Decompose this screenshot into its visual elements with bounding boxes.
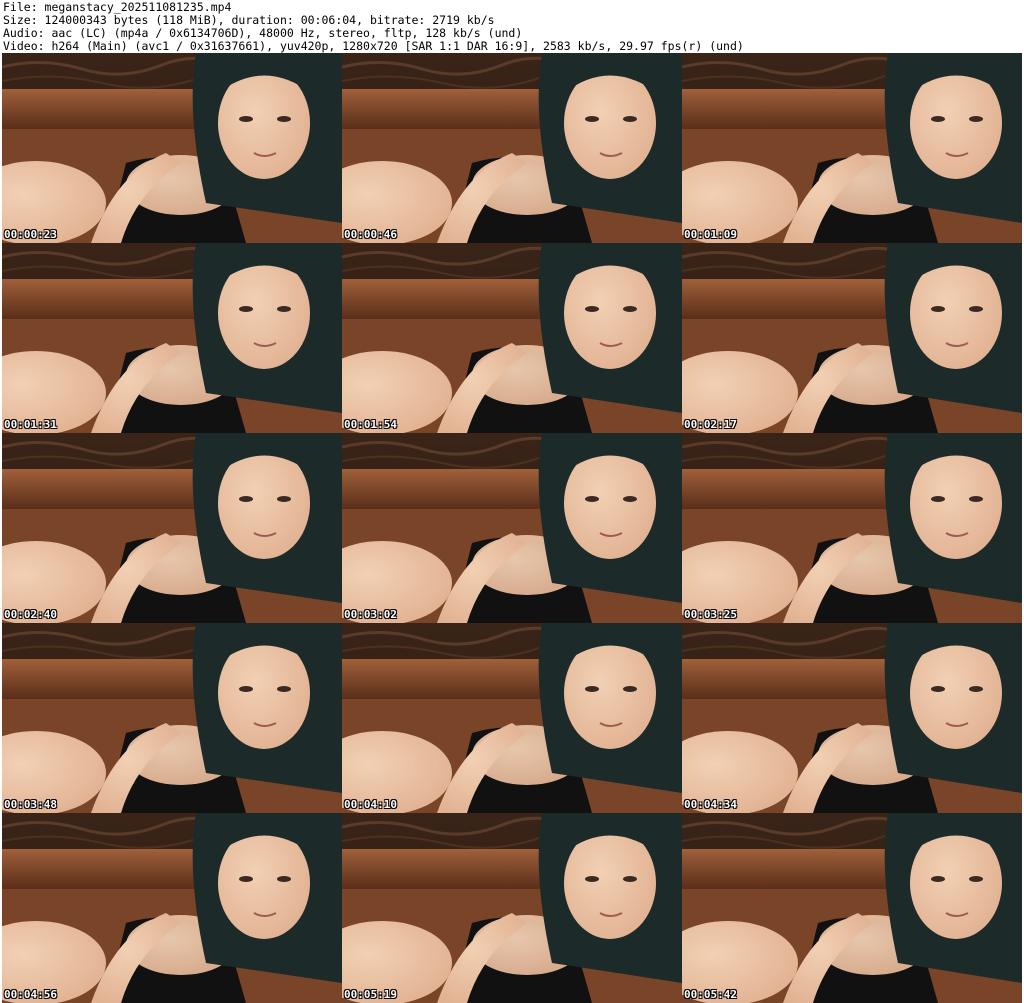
thumbnail-frame-image: [2, 433, 342, 623]
thumbnail-frame-image: [342, 243, 682, 433]
video-thumbnail: 00:05:19: [342, 813, 682, 1003]
video-thumbnail: 00:00:23: [2, 53, 342, 243]
video-thumbnail: 00:04:34: [682, 623, 1022, 813]
video-thumbnail: 00:05:42: [682, 813, 1022, 1003]
thumbnail-frame-image: [682, 433, 1022, 623]
thumbnail-frame-image: [682, 623, 1022, 813]
thumbnail-timestamp: 00:01:54: [344, 418, 397, 431]
thumbnail-timestamp: 00:04:56: [4, 988, 57, 1001]
thumbnail-timestamp: 00:05:42: [684, 988, 737, 1001]
file-size-line: Size: 124000343 bytes (118 MiB), duratio…: [3, 14, 495, 27]
thumbnail-frame-image: [2, 813, 342, 1003]
thumbnail-frame-image: [2, 243, 342, 433]
thumbnail-timestamp: 00:03:48: [4, 798, 57, 811]
video-thumbnail: 00:02:40: [2, 433, 342, 623]
video-thumbnail: 00:00:46: [342, 53, 682, 243]
file-name-line: File: meganstacy_202511081235.mp4: [3, 1, 232, 14]
video-thumbnail: 00:01:09: [682, 53, 1022, 243]
thumbnail-frame-image: [342, 623, 682, 813]
video-thumbnail: 00:03:48: [2, 623, 342, 813]
file-info-header: File: meganstacy_202511081235.mp4 Size: …: [3, 1, 1021, 53]
video-thumbnail: 00:04:10: [342, 623, 682, 813]
audio-info-line: Audio: aac (LC) (mp4a / 0x6134706D), 480…: [3, 27, 523, 40]
thumbnail-timestamp: 00:05:19: [344, 988, 397, 1001]
video-thumbnail: 00:03:02: [342, 433, 682, 623]
video-info-line: Video: h264 (Main) (avc1 / 0x31637661), …: [3, 40, 744, 53]
video-thumbnail: 00:01:31: [2, 243, 342, 433]
video-thumbnail: 00:01:54: [342, 243, 682, 433]
thumbnail-frame-image: [342, 433, 682, 623]
video-thumbnail: 00:03:25: [682, 433, 1022, 623]
video-thumbnail: 00:02:17: [682, 243, 1022, 433]
thumbnail-timestamp: 00:02:17: [684, 418, 737, 431]
thumbnail-frame-image: [682, 53, 1022, 243]
thumbnail-frame-image: [682, 243, 1022, 433]
thumbnail-frame-image: [2, 623, 342, 813]
thumbnail-frame-image: [2, 53, 342, 243]
thumbnail-frame-image: [342, 53, 682, 243]
thumbnail-timestamp: 00:02:40: [4, 608, 57, 621]
thumbnail-timestamp: 00:00:23: [4, 228, 57, 241]
thumbnail-timestamp: 00:01:31: [4, 418, 57, 431]
thumbnail-frame-image: [342, 813, 682, 1003]
thumbnail-timestamp: 00:04:34: [684, 798, 737, 811]
video-thumbnail: 00:04:56: [2, 813, 342, 1003]
thumbnail-timestamp: 00:03:02: [344, 608, 397, 621]
thumbnail-timestamp: 00:04:10: [344, 798, 397, 811]
thumbnail-timestamp: 00:00:46: [344, 228, 397, 241]
thumbnail-timestamp: 00:01:09: [684, 228, 737, 241]
thumbnail-frame-image: [682, 813, 1022, 1003]
thumbnail-timestamp: 00:03:25: [684, 608, 737, 621]
thumbnail-grid: 00:00:23 00:00:46 00:01:09 00:01:31 00:01:54…: [2, 53, 1022, 1003]
